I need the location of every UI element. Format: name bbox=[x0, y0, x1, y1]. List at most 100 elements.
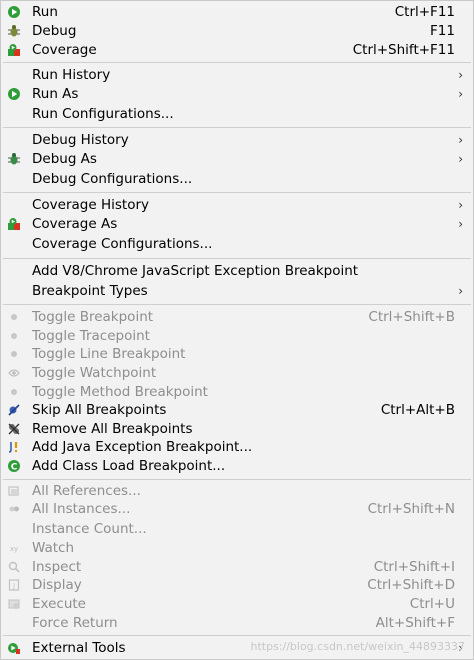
menu-item-shortcut: Ctrl+Shift+I bbox=[373, 559, 455, 575]
menu-item-label: Run Configurations... bbox=[32, 106, 174, 122]
menu-item-toggle-tracepoint[interactable]: Toggle Tracepoint bbox=[1, 327, 473, 346]
separator bbox=[3, 635, 471, 636]
skip-breakpoints-icon bbox=[7, 403, 21, 417]
menu-item-label: Add Java Exception Breakpoint... bbox=[32, 439, 253, 455]
java-exception-icon bbox=[7, 440, 21, 454]
menu-item-add-v8-exception-breakpoint[interactable]: Add V8/Chrome JavaScript Exception Break… bbox=[1, 262, 473, 281]
menu-item-label: Add Class Load Breakpoint... bbox=[32, 458, 226, 474]
chevron-right-icon: › bbox=[458, 87, 463, 101]
menu-item-coverage[interactable]: Coverage Ctrl+Shift+F11 bbox=[1, 41, 473, 60]
menu-item-coverage-history[interactable]: Coverage History › bbox=[1, 196, 473, 215]
menu-item-label: Coverage As bbox=[32, 216, 118, 232]
menu-item-label: Coverage Configurations... bbox=[32, 236, 213, 252]
svg-text:C: C bbox=[11, 463, 18, 473]
method-breakpoint-dot-icon bbox=[7, 385, 21, 399]
menu-item-add-class-load-breakpoint[interactable]: C Add Class Load Breakpoint... bbox=[1, 457, 473, 476]
svg-text:J: J bbox=[12, 582, 15, 590]
separator bbox=[3, 304, 471, 305]
menu-item-label: Inspect bbox=[32, 559, 82, 575]
menu-item-instance-count[interactable]: Instance Count... bbox=[1, 520, 473, 539]
menu-item-debug-history[interactable]: Debug History › bbox=[1, 131, 473, 150]
menu-item-shortcut: Ctrl+Shift+F11 bbox=[352, 42, 455, 58]
menu-item-label: Toggle Tracepoint bbox=[32, 328, 150, 344]
execute-icon bbox=[7, 597, 21, 611]
chevron-right-icon: › bbox=[458, 198, 463, 212]
line-breakpoint-dot-icon bbox=[7, 347, 21, 361]
menu-item-label: Debug History bbox=[32, 132, 129, 148]
menu-item-toggle-method-breakpoint[interactable]: Toggle Method Breakpoint bbox=[1, 383, 473, 402]
menu-item-toggle-watchpoint[interactable]: Toggle Watchpoint bbox=[1, 364, 473, 383]
menu-item-all-references[interactable]: All References... bbox=[1, 482, 473, 501]
menu-item-shortcut: F11 bbox=[430, 23, 455, 39]
menu-item-label: Debug As bbox=[32, 151, 97, 167]
all-references-icon bbox=[7, 484, 21, 498]
menu-item-shortcut: Ctrl+Shift+N bbox=[367, 501, 455, 517]
menu-item-coverage-as[interactable]: Coverage As › bbox=[1, 215, 473, 234]
menu-item-label: Display bbox=[32, 577, 82, 593]
breakpoint-dot-icon bbox=[7, 310, 21, 324]
menu-item-label: Execute bbox=[32, 596, 86, 612]
menu-item-label: Force Return bbox=[32, 615, 118, 631]
menu-item-label: External Tools bbox=[32, 640, 126, 656]
menu-item-label: All References... bbox=[32, 483, 141, 499]
menu-item-run-history[interactable]: Run History › bbox=[1, 66, 473, 85]
separator bbox=[3, 192, 471, 193]
display-icon: J bbox=[7, 578, 21, 592]
menu-item-label: Watch bbox=[32, 540, 75, 556]
menu-item-label: Toggle Line Breakpoint bbox=[32, 346, 186, 362]
menu-item-watch[interactable]: xy Watch bbox=[1, 539, 473, 558]
separator bbox=[3, 62, 471, 63]
menu-item-label: Remove All Breakpoints bbox=[32, 421, 193, 437]
menu-item-inspect[interactable]: Inspect Ctrl+Shift+I bbox=[1, 558, 473, 577]
debug-as-icon bbox=[7, 152, 21, 166]
menu-item-shortcut: Alt+Shift+F bbox=[375, 615, 455, 631]
chevron-right-icon: › bbox=[458, 68, 463, 82]
menu-item-label: Run As bbox=[32, 86, 79, 102]
menu-item-label: Debug Configurations... bbox=[32, 171, 193, 187]
all-instances-icon bbox=[7, 502, 21, 516]
remove-breakpoints-icon bbox=[7, 422, 21, 436]
inspect-icon bbox=[7, 560, 21, 574]
menu-item-label: Toggle Method Breakpoint bbox=[32, 384, 208, 400]
menu-item-run-configurations[interactable]: Run Configurations... bbox=[1, 105, 473, 124]
watch-xy-icon: xy bbox=[7, 541, 21, 555]
menu-item-all-instances[interactable]: All Instances... Ctrl+Shift+N bbox=[1, 500, 473, 519]
menu-item-label: Debug bbox=[32, 23, 77, 39]
watermark-text: https://blog.csdn.net/weixin_44893337 bbox=[250, 640, 465, 653]
watchpoint-icon bbox=[7, 366, 21, 380]
menu-item-execute[interactable]: Execute Ctrl+U bbox=[1, 595, 473, 614]
external-tools-icon bbox=[7, 641, 21, 655]
menu-item-shortcut: Ctrl+Alt+B bbox=[380, 402, 455, 418]
menu-item-debug-as[interactable]: Debug As › bbox=[1, 150, 473, 169]
menu-item-shortcut: Ctrl+U bbox=[409, 596, 455, 612]
menu-item-force-return[interactable]: Force Return Alt+Shift+F bbox=[1, 614, 473, 633]
tracepoint-dot-icon bbox=[7, 329, 21, 343]
menu-item-remove-all-breakpoints[interactable]: Remove All Breakpoints bbox=[1, 420, 473, 439]
menu-item-debug-configurations[interactable]: Debug Configurations... bbox=[1, 170, 473, 189]
menu-item-run-as[interactable]: Run As › bbox=[1, 85, 473, 104]
run-icon bbox=[7, 5, 21, 19]
menu-item-toggle-line-breakpoint[interactable]: Toggle Line Breakpoint bbox=[1, 345, 473, 364]
menu-item-run[interactable]: Run Ctrl+F11 bbox=[1, 3, 473, 22]
separator bbox=[3, 258, 471, 259]
menu-item-label: Breakpoint Types bbox=[32, 283, 148, 299]
menu-item-add-java-exception-breakpoint[interactable]: Add Java Exception Breakpoint... bbox=[1, 438, 473, 457]
menu-item-toggle-breakpoint[interactable]: Toggle Breakpoint Ctrl+Shift+B bbox=[1, 308, 473, 327]
menu-item-label: Skip All Breakpoints bbox=[32, 402, 167, 418]
menu-item-shortcut: Ctrl+Shift+B bbox=[368, 309, 455, 325]
menu-item-skip-all-breakpoints[interactable]: Skip All Breakpoints Ctrl+Alt+B bbox=[1, 401, 473, 420]
menu-item-label: All Instances... bbox=[32, 501, 131, 517]
menu-item-label: Add V8/Chrome JavaScript Exception Break… bbox=[32, 263, 359, 279]
menu-item-label: Coverage bbox=[32, 42, 97, 58]
menu-item-coverage-configurations[interactable]: Coverage Configurations... bbox=[1, 235, 473, 254]
class-load-icon: C bbox=[7, 459, 21, 473]
menu-item-breakpoint-types[interactable]: Breakpoint Types › bbox=[1, 282, 473, 301]
run-as-icon bbox=[7, 87, 21, 101]
separator bbox=[3, 127, 471, 128]
menu-item-shortcut: Ctrl+Shift+D bbox=[367, 577, 455, 593]
menu-item-debug[interactable]: Debug F11 bbox=[1, 22, 473, 41]
separator bbox=[3, 479, 471, 480]
menu-item-label: Run History bbox=[32, 67, 111, 83]
chevron-right-icon: › bbox=[458, 133, 463, 147]
menu-item-display[interactable]: J Display Ctrl+Shift+D bbox=[1, 576, 473, 595]
